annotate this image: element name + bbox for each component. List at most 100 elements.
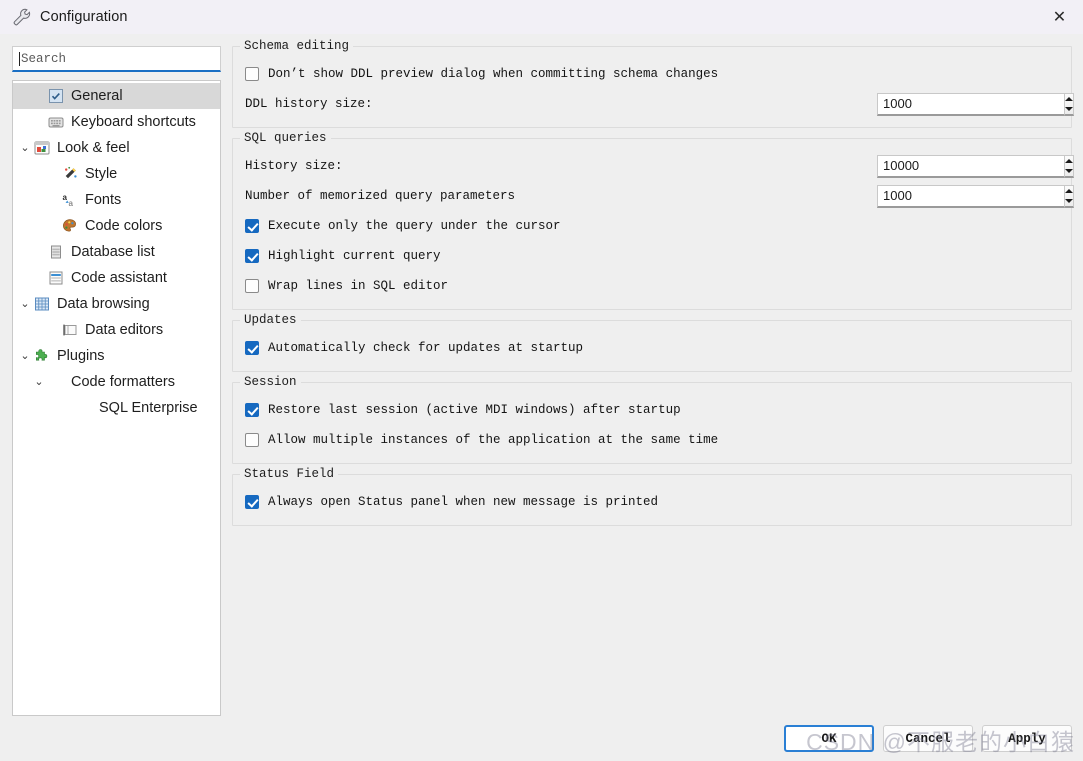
label-dont-show-ddl-preview[interactable]: Don’t show DDL preview dialog when commi… <box>268 67 718 81</box>
input-history-size[interactable] <box>877 154 1064 178</box>
tree-item-label: Code colors <box>85 217 163 234</box>
label-ddl-history-size: DDL history size: <box>245 97 373 111</box>
text-caret <box>19 51 20 66</box>
search-input[interactable] <box>20 51 214 66</box>
tree-item-database-list[interactable]: ⌄Database list <box>13 239 220 265</box>
row-auto-check-updates[interactable]: Automatically check for updates at start… <box>245 335 1059 361</box>
svg-text:a: a <box>63 193 68 202</box>
tree-item-look-feel[interactable]: ⌄ Look & feel <box>13 135 220 161</box>
dialog-content: ⌄General⌄Keyboard shortcuts⌄Look & feel⌄… <box>0 34 1083 761</box>
tree-item-label: Fonts <box>85 191 122 208</box>
row-memorized-params: Number of memorized query parameters <box>245 183 1074 209</box>
tree-item-label: General <box>71 87 123 104</box>
title-bar: Configuration ✕ <box>0 0 1083 34</box>
row-dont-show-ddl[interactable]: Don’t show DDL preview dialog when commi… <box>245 61 1059 87</box>
row-wrap-lines[interactable]: Wrap lines in SQL editor <box>245 273 1059 299</box>
group-title-session: Session <box>240 375 301 389</box>
spinner-buttons-history-size[interactable] <box>1064 154 1074 178</box>
tree-item-general[interactable]: ⌄General <box>13 83 220 109</box>
spinner-buttons-memorized-params[interactable] <box>1064 184 1074 208</box>
checkbox-allow-multiple-instances[interactable] <box>245 433 259 447</box>
chevron-down-icon[interactable]: ⌄ <box>17 298 33 310</box>
row-history-size: History size: <box>245 153 1074 179</box>
checkbox-general-icon <box>47 87 65 105</box>
group-title-sql-queries: SQL queries <box>240 131 331 145</box>
checkbox-dont-show-ddl-preview[interactable] <box>245 67 259 81</box>
group-title-schema-editing: Schema editing <box>240 39 354 53</box>
tree-item-code-assistant[interactable]: ⌄Code assistant <box>13 265 220 291</box>
tree-item-label: Code assistant <box>71 269 167 286</box>
tree-item-keyboard-shortcuts[interactable]: ⌄Keyboard shortcuts <box>13 109 220 135</box>
tree-item-fonts[interactable]: ⌄aaFonts <box>13 187 220 213</box>
tree-item-label: Keyboard shortcuts <box>71 113 196 130</box>
checkbox-execute-query-under-cursor[interactable] <box>245 219 259 233</box>
label-highlight-current-query[interactable]: Highlight current query <box>268 249 441 263</box>
close-icon[interactable]: ✕ <box>1036 0 1083 34</box>
row-allow-multiple-instances[interactable]: Allow multiple instances of the applicat… <box>245 427 1059 453</box>
spinner-down-icon[interactable] <box>1065 196 1073 206</box>
spinner-buttons-ddl-history[interactable] <box>1064 92 1074 116</box>
tree-item-style[interactable]: ⌄Style <box>13 161 220 187</box>
tree-item-data-browsing[interactable]: ⌄ Data browsing <box>13 291 220 317</box>
chevron-down-icon[interactable]: ⌄ <box>31 376 47 388</box>
tree-item-code-formatters[interactable]: ⌄ Code formatters <box>13 369 220 395</box>
wrench-icon <box>13 8 31 26</box>
checkbox-restore-last-session[interactable] <box>245 403 259 417</box>
tree-item-label: Data editors <box>85 321 164 338</box>
spinner-down-icon[interactable] <box>1065 166 1073 176</box>
input-memorized-params[interactable] <box>877 184 1064 208</box>
group-title-updates: Updates <box>240 313 301 327</box>
settings-detail-pane: Schema editing Don’t show DDL preview di… <box>232 39 1074 701</box>
spinner-up-icon[interactable] <box>1065 156 1073 166</box>
spinner-up-icon[interactable] <box>1065 186 1073 196</box>
tree-item-sql-enterprise[interactable]: ⌄SQL Enterprise <box>13 395 220 421</box>
tree-item-data-editors[interactable]: ⌄Data editors <box>13 317 220 343</box>
ok-button[interactable]: OK <box>784 725 874 752</box>
row-execute-under-cursor[interactable]: Execute only the query under the cursor <box>245 213 1059 239</box>
apply-button[interactable]: Apply <box>982 725 1072 752</box>
tree-item-label: SQL Enterprise <box>99 399 198 416</box>
spinner-up-icon[interactable] <box>1065 94 1073 104</box>
spinner-down-icon[interactable] <box>1065 104 1073 114</box>
settings-navigation-pane: ⌄General⌄Keyboard shortcuts⌄Look & feel⌄… <box>12 46 221 716</box>
code-assistant-icon <box>47 269 65 287</box>
label-restore-last-session[interactable]: Restore last session (active MDI windows… <box>268 403 681 417</box>
data-editor-icon <box>61 321 79 339</box>
spinner-history-size[interactable] <box>877 154 1074 178</box>
label-wrap-lines-sql-editor[interactable]: Wrap lines in SQL editor <box>268 279 448 293</box>
window-title: Configuration <box>40 9 128 25</box>
tree-item-label: Style <box>85 165 118 182</box>
spinner-ddl-history-size[interactable] <box>877 92 1074 116</box>
checkbox-auto-check-updates[interactable] <box>245 341 259 355</box>
fonts-icon: aa <box>61 191 79 209</box>
chevron-down-icon[interactable]: ⌄ <box>17 142 33 154</box>
chevron-down-icon[interactable]: ⌄ <box>17 350 33 362</box>
label-auto-check-updates[interactable]: Automatically check for updates at start… <box>268 341 583 355</box>
palette-icon <box>61 217 79 235</box>
svg-text:a: a <box>69 199 74 208</box>
group-session: Session Restore last session (active MDI… <box>232 375 1072 464</box>
spinner-memorized-params[interactable] <box>877 184 1074 208</box>
input-ddl-history-size[interactable] <box>877 92 1064 116</box>
label-memorized-query-parameters: Number of memorized query parameters <box>245 189 516 203</box>
checkbox-always-open-status-panel[interactable] <box>245 495 259 509</box>
cancel-button[interactable]: Cancel <box>883 725 973 752</box>
group-title-status-field: Status Field <box>240 467 339 481</box>
label-history-size: History size: <box>245 159 343 173</box>
row-highlight-current-query[interactable]: Highlight current query <box>245 243 1059 269</box>
tree-item-plugins[interactable]: ⌄ Plugins <box>13 343 220 369</box>
label-execute-query-under-cursor[interactable]: Execute only the query under the cursor <box>268 219 561 233</box>
tree-item-label: Code formatters <box>71 373 175 390</box>
settings-tree[interactable]: ⌄General⌄Keyboard shortcuts⌄Look & feel⌄… <box>12 80 221 716</box>
keyboard-icon <box>47 113 65 131</box>
row-always-open-status-panel[interactable]: Always open Status panel when new messag… <box>245 489 1059 515</box>
label-allow-multiple-instances[interactable]: Allow multiple instances of the applicat… <box>268 433 718 447</box>
tree-item-code-colors[interactable]: ⌄Code colors <box>13 213 220 239</box>
search-box[interactable] <box>12 46 221 72</box>
tree-item-label: Plugins <box>57 347 105 364</box>
checkbox-highlight-current-query[interactable] <box>245 249 259 263</box>
label-always-open-status-panel[interactable]: Always open Status panel when new messag… <box>268 495 658 509</box>
row-restore-last-session[interactable]: Restore last session (active MDI windows… <box>245 397 1059 423</box>
tree-item-label: Database list <box>71 243 155 260</box>
checkbox-wrap-lines-sql-editor[interactable] <box>245 279 259 293</box>
